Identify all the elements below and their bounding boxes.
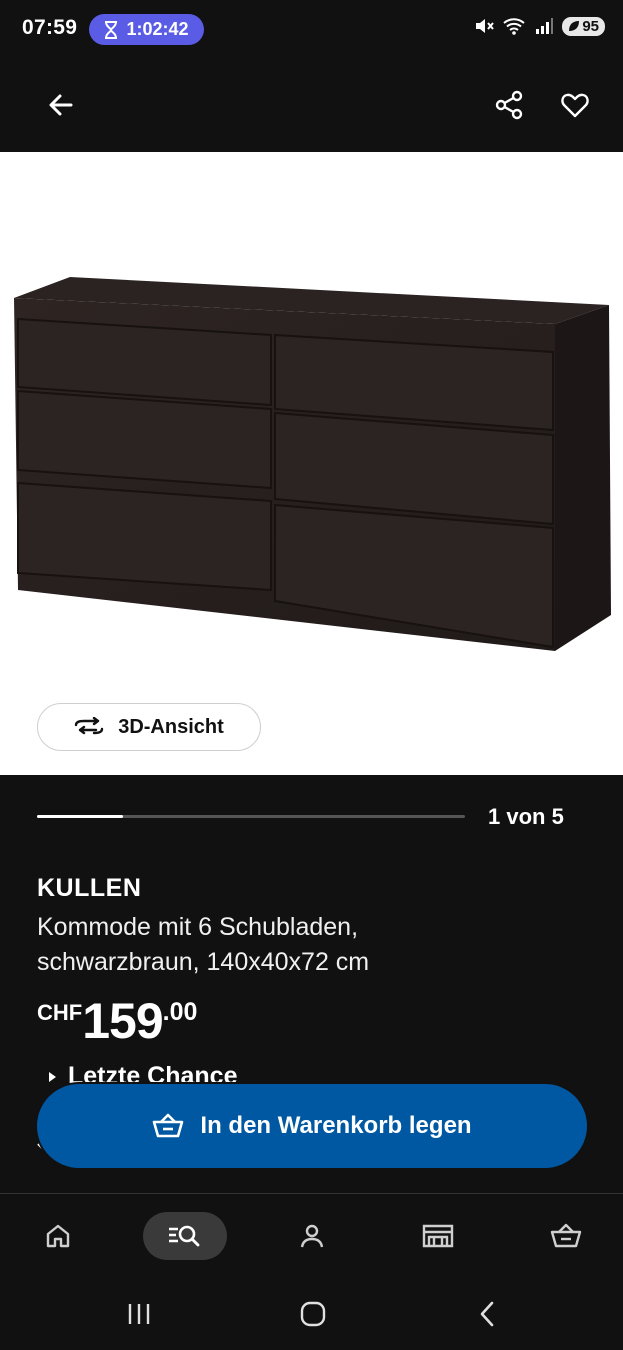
product-image-area[interactable] xyxy=(0,152,623,775)
home-circle-icon xyxy=(300,1301,326,1327)
add-to-cart-label: In den Warenkorb legen xyxy=(200,1112,472,1139)
store-icon xyxy=(422,1224,454,1248)
status-time: 07:59 xyxy=(22,16,78,39)
product-price: CHF 159 .00 xyxy=(37,996,197,1046)
home-system-button[interactable] xyxy=(288,1296,338,1332)
view-3d-button[interactable]: 3D-Ansicht xyxy=(37,703,261,751)
share-icon xyxy=(495,90,523,120)
product-description: Kommode mit 6 Schubladen, schwarzbraun, … xyxy=(37,910,507,980)
rotate-3d-icon xyxy=(75,717,104,735)
timer-pill: 1:02:42 xyxy=(89,14,204,45)
timer-text: 1:02:42 xyxy=(126,19,189,39)
wifi-icon xyxy=(503,18,525,35)
home-icon xyxy=(46,1224,70,1248)
gallery-progress xyxy=(37,815,465,818)
hourglass-icon xyxy=(105,20,118,39)
recent-apps-icon xyxy=(128,1304,150,1324)
add-to-cart-button[interactable]: In den Warenkorb legen xyxy=(37,1084,587,1168)
basket-nav-icon xyxy=(550,1223,582,1248)
bottom-nav-divider xyxy=(0,1193,623,1194)
back-button[interactable] xyxy=(42,86,80,124)
nav-search[interactable] xyxy=(143,1212,227,1260)
battery-level: 95 xyxy=(582,17,599,35)
nav-store[interactable] xyxy=(398,1212,478,1260)
nav-home[interactable] xyxy=(18,1212,98,1260)
back-system-button[interactable] xyxy=(462,1296,512,1332)
product-description-line1: Kommode mit 6 Schubladen, xyxy=(37,913,359,941)
price-integer: 159 xyxy=(82,993,163,1049)
leaf-icon xyxy=(569,21,580,31)
gallery-progress-fill xyxy=(37,815,123,818)
caret-right-icon xyxy=(49,1071,56,1082)
arrow-left-icon xyxy=(49,94,73,116)
recent-apps-button[interactable] xyxy=(114,1296,164,1332)
price-currency: CHF xyxy=(37,1000,83,1025)
heart-icon xyxy=(561,93,589,118)
product-name: KULLEN xyxy=(37,874,142,902)
favorite-button[interactable] xyxy=(556,86,594,124)
price-decimal: .00 xyxy=(162,998,198,1026)
battery-indicator: 95 xyxy=(562,16,605,36)
nav-basket[interactable] xyxy=(526,1212,606,1260)
nav-profile[interactable] xyxy=(272,1212,352,1260)
signal-icon xyxy=(536,18,554,34)
basket-icon xyxy=(153,1113,184,1138)
status-icons: 95 xyxy=(474,16,605,36)
share-button[interactable] xyxy=(490,86,528,124)
search-icon xyxy=(169,1225,200,1247)
dresser-image xyxy=(14,277,611,651)
profile-icon xyxy=(300,1224,324,1248)
gallery-page-counter: 1 von 5 xyxy=(488,804,564,829)
view-3d-label: 3D-Ansicht xyxy=(118,715,224,738)
mute-icon xyxy=(476,19,495,33)
product-description-line2: schwarzbraun, 140x40x72 cm xyxy=(37,948,370,976)
chevron-left-icon xyxy=(480,1301,494,1327)
